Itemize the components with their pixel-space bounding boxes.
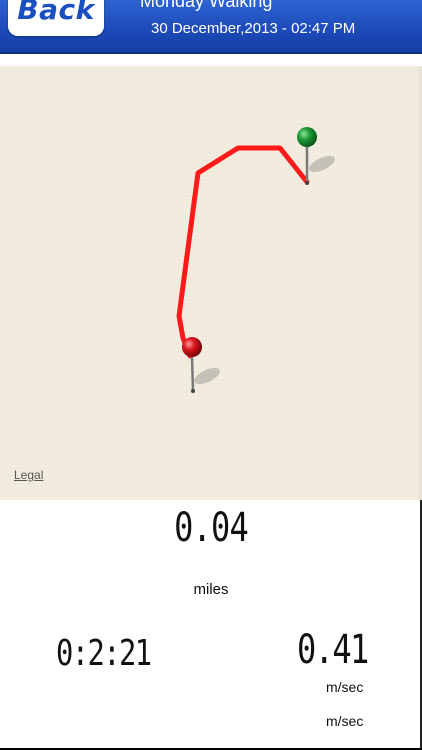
header-bar: Back Monday Walking 30 December,2013 - 0… xyxy=(0,0,422,54)
map-legal-link[interactable]: Legal xyxy=(14,468,43,482)
header-separator xyxy=(0,54,422,66)
distance-value: 0.04 xyxy=(174,505,249,551)
distance-unit: miles xyxy=(193,581,229,598)
end-pin[interactable] xyxy=(182,337,222,393)
route-path xyxy=(176,145,310,359)
speed-unit-secondary: m/sec xyxy=(326,713,364,729)
speed-unit: m/sec xyxy=(326,679,364,695)
back-button-label: Back xyxy=(17,0,95,26)
back-button[interactable]: Back xyxy=(8,0,104,36)
speed-value: 0.41 xyxy=(297,627,369,673)
duration-value: 0:2:21 xyxy=(56,633,152,674)
activity-datetime: 30 December,2013 - 02:47 PM xyxy=(151,20,356,37)
route-map[interactable]: Legal xyxy=(0,66,422,500)
map-edge xyxy=(418,66,422,500)
workout-detail-screen: Back Monday Walking 30 December,2013 - 0… xyxy=(0,0,422,750)
route-map-canvas xyxy=(176,127,335,393)
activity-title: Monday Walking xyxy=(140,0,273,11)
